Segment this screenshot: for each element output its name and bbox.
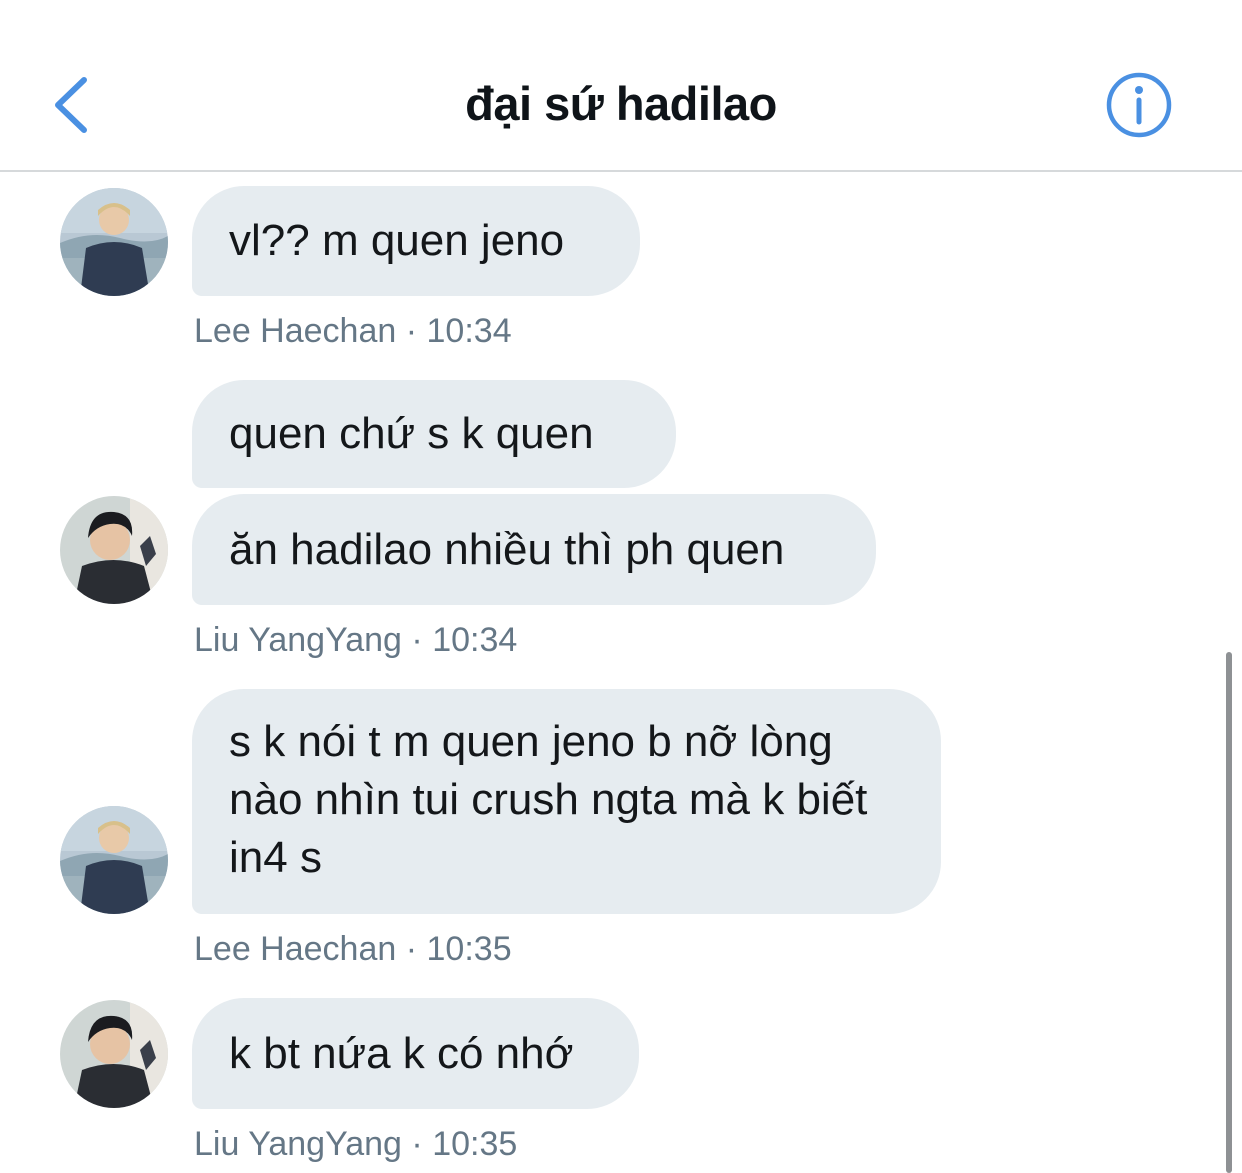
scrollbar[interactable] <box>1226 652 1232 1173</box>
meta-separator: · <box>411 1125 423 1163</box>
info-button[interactable] <box>1104 70 1174 140</box>
message-bubble: vl?? m quen jeno <box>192 186 640 296</box>
meta-separator: · <box>411 621 423 659</box>
message-text: s k nói t m quen jeno b nỡ lòng nào nhìn… <box>229 717 868 882</box>
sender-name: Lee Haechan <box>194 312 397 350</box>
conversation-title: đại sứ hadilao <box>465 77 777 130</box>
message-text: ăn hadilao nhiều thì ph quen <box>229 524 785 574</box>
avatar-lee-haechan[interactable] <box>60 188 168 296</box>
message-bubble: quen chứ s k quen <box>192 380 676 488</box>
message-bubble: s k nói t m quen jeno b nỡ lòng nào nhìn… <box>192 689 941 914</box>
message-meta: Lee Haechan · 10:35 <box>194 930 512 969</box>
message-meta: Liu YangYang · 10:34 <box>194 621 517 660</box>
message-meta: Lee Haechan · 10:34 <box>194 312 512 351</box>
avatar-liu-yangyang[interactable] <box>60 496 168 604</box>
message-bubble: ăn hadilao nhiều thì ph quen <box>192 494 876 605</box>
message-time: 10:34 <box>432 621 518 659</box>
meta-separator: · <box>405 930 418 968</box>
message-meta: Liu YangYang · 10:35 <box>194 1125 517 1164</box>
sender-name: Liu YangYang <box>194 1125 402 1163</box>
conversation-header: đại sứ hadilao <box>0 0 1242 172</box>
sender-name: Lee Haechan <box>194 930 397 968</box>
message-time: 10:35 <box>432 1125 518 1163</box>
avatar-lee-haechan[interactable] <box>60 806 168 914</box>
message-time: 10:35 <box>426 930 512 968</box>
info-icon <box>1106 72 1172 138</box>
meta-separator: · <box>405 312 418 350</box>
message-text: quen chứ s k quen <box>229 409 594 458</box>
message-text: vl?? m quen jeno <box>229 216 565 265</box>
sender-name: Liu YangYang <box>194 621 402 659</box>
message-text: k bt nứa k có nhớ <box>229 1028 574 1078</box>
message-bubble: k bt nứa k có nhớ <box>192 998 639 1109</box>
message-time: 10:34 <box>426 312 512 350</box>
avatar-liu-yangyang[interactable] <box>60 1000 168 1108</box>
